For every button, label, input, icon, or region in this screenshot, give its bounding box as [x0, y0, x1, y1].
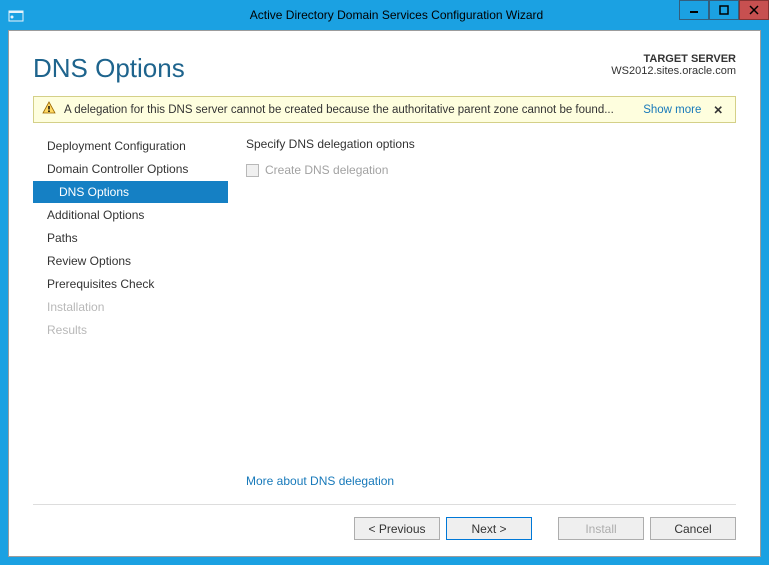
sidebar: Deployment Configuration Domain Controll…	[33, 131, 228, 504]
warning-bar: A delegation for this DNS server cannot …	[33, 96, 736, 123]
cancel-button[interactable]: Cancel	[650, 517, 736, 540]
target-server-label: TARGET SERVER	[611, 53, 736, 65]
create-dns-delegation-row: Create DNS delegation	[246, 163, 736, 177]
create-dns-delegation-checkbox	[246, 164, 259, 177]
sidebar-item-review-options[interactable]: Review Options	[33, 250, 228, 272]
sidebar-item-installation: Installation	[33, 296, 228, 318]
button-gap	[538, 517, 552, 540]
close-button[interactable]	[739, 0, 769, 20]
create-dns-delegation-label: Create DNS delegation	[265, 163, 388, 177]
client-area: DNS Options TARGET SERVER WS2012.sites.o…	[8, 30, 761, 557]
sidebar-item-prerequisites-check[interactable]: Prerequisites Check	[33, 273, 228, 295]
install-button: Install	[558, 517, 644, 540]
sidebar-item-dns-options[interactable]: DNS Options	[33, 181, 228, 203]
sidebar-item-paths[interactable]: Paths	[33, 227, 228, 249]
warning-text: A delegation for this DNS server cannot …	[64, 104, 635, 116]
sidebar-item-domain-controller-options[interactable]: Domain Controller Options	[33, 158, 228, 180]
wizard-window: Active Directory Domain Services Configu…	[0, 0, 769, 565]
target-server-value: WS2012.sites.oracle.com	[611, 65, 736, 77]
window-title: Active Directory Domain Services Configu…	[24, 8, 769, 22]
spacer	[246, 177, 736, 474]
sidebar-item-deployment-configuration[interactable]: Deployment Configuration	[33, 135, 228, 157]
header: DNS Options TARGET SERVER WS2012.sites.o…	[9, 31, 760, 96]
sidebar-item-additional-options[interactable]: Additional Options	[33, 204, 228, 226]
sidebar-item-results: Results	[33, 319, 228, 341]
dismiss-warning-button[interactable]: ✕	[709, 103, 727, 117]
main-heading: Specify DNS delegation options	[246, 137, 736, 151]
maximize-button[interactable]	[709, 0, 739, 20]
titlebar: Active Directory Domain Services Configu…	[0, 0, 769, 30]
main-panel: Specify DNS delegation options Create DN…	[228, 131, 736, 504]
show-more-link[interactable]: Show more	[643, 104, 701, 116]
footer-separator	[33, 504, 736, 505]
minimize-button[interactable]	[679, 0, 709, 20]
previous-button[interactable]: < Previous	[354, 517, 440, 540]
warning-icon	[42, 101, 56, 118]
target-server-info: TARGET SERVER WS2012.sites.oracle.com	[611, 53, 736, 77]
window-controls	[679, 0, 769, 20]
body: Deployment Configuration Domain Controll…	[9, 131, 760, 504]
page-title: DNS Options	[33, 53, 185, 84]
app-icon	[8, 8, 24, 22]
next-button[interactable]: Next >	[446, 517, 532, 540]
footer: < Previous Next > Install Cancel	[9, 507, 760, 556]
more-about-link[interactable]: More about DNS delegation	[246, 474, 736, 504]
